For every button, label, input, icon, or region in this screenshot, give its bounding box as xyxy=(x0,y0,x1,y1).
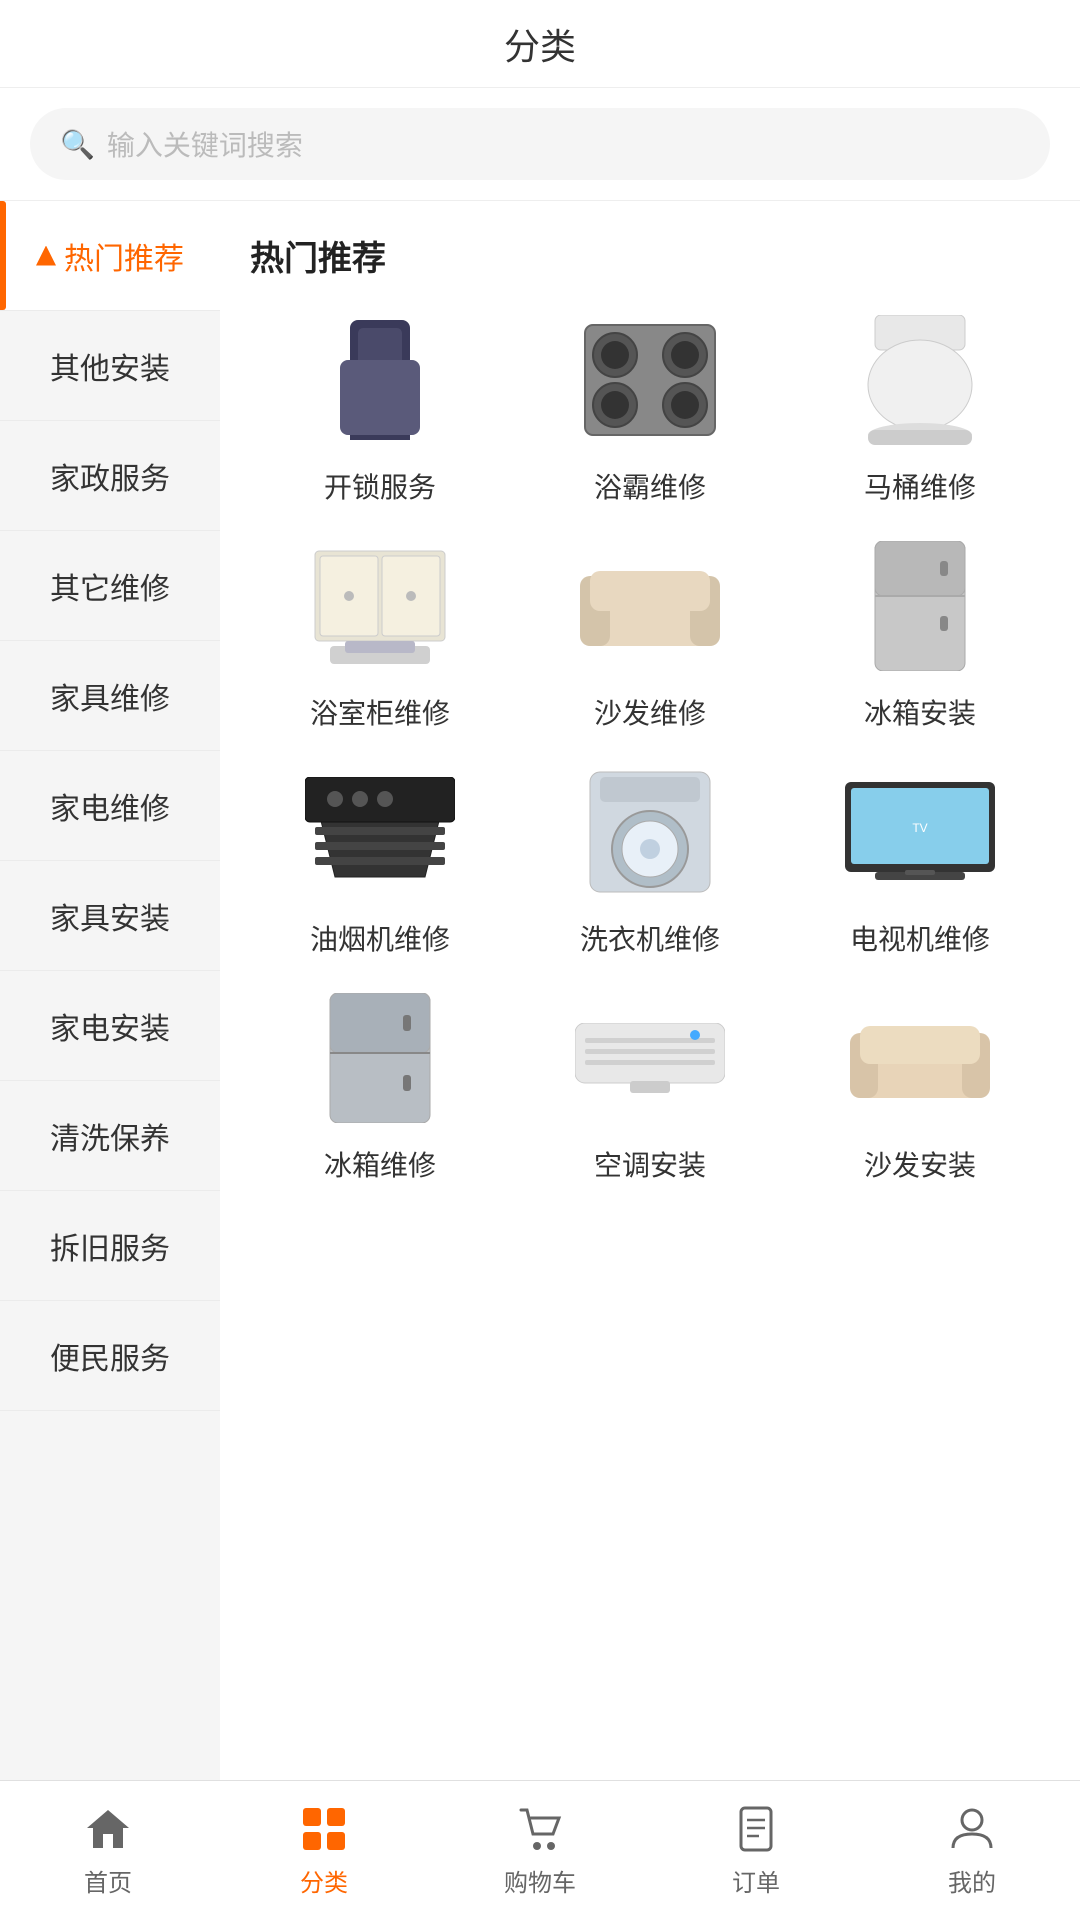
tab-mine[interactable]: 我的 xyxy=(864,1803,1080,1898)
grid-item-lock[interactable]: 开锁服务 xyxy=(250,310,510,506)
product-image-lock xyxy=(300,310,460,450)
product-label-lock: 开锁服务 xyxy=(324,466,436,506)
product-label-washer: 洗衣机维修 xyxy=(580,918,720,958)
tab-order[interactable]: 订单 xyxy=(648,1803,864,1898)
sidebar-item-demolish[interactable]: 拆旧服务 xyxy=(0,1191,220,1301)
product-image-fridge-install xyxy=(840,536,1000,676)
sidebar-item-label: 家电安装 xyxy=(50,1004,170,1048)
header: 分类 xyxy=(0,0,1080,88)
tab-home[interactable]: 首页 xyxy=(0,1803,216,1898)
sidebar-item-convenience[interactable]: 便民服务 xyxy=(0,1301,220,1411)
product-image-tv: TV xyxy=(840,762,1000,902)
grid-item-toilet[interactable]: 马桶维修 xyxy=(790,310,1050,506)
tab-label-mine: 我的 xyxy=(948,1863,996,1898)
sidebar-item-label: 热门推荐 xyxy=(64,234,184,278)
product-image-range-hood xyxy=(300,762,460,902)
search-bar: 🔍 输入关键词搜索 xyxy=(0,88,1080,201)
product-label-fridge-install: 冰箱安装 xyxy=(864,692,976,732)
mine-icon xyxy=(946,1803,998,1855)
tab-label-home: 首页 xyxy=(84,1863,132,1898)
product-label-toilet: 马桶维修 xyxy=(864,466,976,506)
product-image-bathroom-cabinet xyxy=(300,536,460,676)
sidebar-item-other-repair[interactable]: 其它维修 xyxy=(0,531,220,641)
main-content: 热门推荐 开锁服务 浴霸维修 马桶维修 xyxy=(220,201,1080,1817)
product-image-toilet xyxy=(840,310,1000,450)
sidebar-item-label: 拆旧服务 xyxy=(50,1224,170,1268)
product-label-sofa-install: 沙发安装 xyxy=(864,1144,976,1184)
body-area: 热门推荐其他安装家政服务其它维修家具维修家电维修家具安装家电安装清洗保养拆旧服务… xyxy=(0,201,1080,1817)
svg-text:TV: TV xyxy=(912,821,927,835)
sidebar-item-label: 家电维修 xyxy=(50,784,170,828)
sidebar-item-appliance-repair[interactable]: 家电维修 xyxy=(0,751,220,861)
home-icon xyxy=(82,1803,134,1855)
grid-item-ac-install[interactable]: 空调安装 xyxy=(520,988,780,1184)
search-placeholder: 输入关键词搜索 xyxy=(107,124,303,164)
grid-item-fridge-repair[interactable]: 冰箱维修 xyxy=(250,988,510,1184)
sidebar-item-cleaning[interactable]: 清洗保养 xyxy=(0,1081,220,1191)
sidebar-item-label: 家政服务 xyxy=(50,454,170,498)
active-indicator-icon xyxy=(36,246,56,266)
product-label-sofa-repair: 沙发维修 xyxy=(594,692,706,732)
tab-label-category: 分类 xyxy=(300,1863,348,1898)
grid-item-bath-heater[interactable]: 浴霸维修 xyxy=(520,310,780,506)
product-label-bath-heater: 浴霸维修 xyxy=(594,466,706,506)
sidebar-item-housekeeping[interactable]: 家政服务 xyxy=(0,421,220,531)
grid-item-fridge-install[interactable]: 冰箱安装 xyxy=(790,536,1050,732)
sidebar-item-label: 其他安装 xyxy=(50,344,170,388)
product-image-sofa-install xyxy=(840,988,1000,1128)
tab-cart[interactable]: 购物车 xyxy=(432,1803,648,1898)
product-label-ac-install: 空调安装 xyxy=(594,1144,706,1184)
sidebar-item-label: 清洗保养 xyxy=(50,1114,170,1158)
tab-category[interactable]: 分类 xyxy=(216,1803,432,1898)
tab-label-cart: 购物车 xyxy=(504,1863,576,1898)
sidebar-item-label: 家具安装 xyxy=(50,894,170,938)
grid-item-sofa-repair[interactable]: 沙发维修 xyxy=(520,536,780,732)
sidebar-item-other-install[interactable]: 其他安装 xyxy=(0,311,220,421)
order-icon xyxy=(730,1803,782,1855)
sidebar-item-hot[interactable]: 热门推荐 xyxy=(0,201,220,311)
sidebar: 热门推荐其他安装家政服务其它维修家具维修家电维修家具安装家电安装清洗保养拆旧服务… xyxy=(0,201,220,1817)
grid-item-sofa-install[interactable]: 沙发安装 xyxy=(790,988,1050,1184)
sidebar-item-label: 其它维修 xyxy=(50,564,170,608)
tabbar: 首页 分类 购物车 订单 我的 xyxy=(0,1780,1080,1920)
tab-label-order: 订单 xyxy=(732,1863,780,1898)
product-grid: 开锁服务 浴霸维修 马桶维修 浴室柜维修 xyxy=(250,310,1050,1184)
category-icon xyxy=(298,1803,350,1855)
sidebar-item-label: 便民服务 xyxy=(50,1334,170,1378)
grid-item-washer[interactable]: 洗衣机维修 xyxy=(520,762,780,958)
section-title: 热门推荐 xyxy=(250,231,1050,280)
sidebar-item-furniture-repair[interactable]: 家具维修 xyxy=(0,641,220,751)
product-image-bath-heater xyxy=(570,310,730,450)
product-image-fridge-repair xyxy=(300,988,460,1128)
grid-item-bathroom-cabinet[interactable]: 浴室柜维修 xyxy=(250,536,510,732)
product-label-fridge-repair: 冰箱维修 xyxy=(324,1144,436,1184)
grid-item-tv[interactable]: TV 电视机维修 xyxy=(790,762,1050,958)
product-image-sofa-repair xyxy=(570,536,730,676)
cart-icon xyxy=(514,1803,566,1855)
sidebar-item-label: 家具维修 xyxy=(50,674,170,718)
product-label-range-hood: 油烟机维修 xyxy=(310,918,450,958)
product-image-washer xyxy=(570,762,730,902)
search-input-wrap[interactable]: 🔍 输入关键词搜索 xyxy=(30,108,1050,180)
page-title: 分类 xyxy=(504,18,576,70)
product-image-ac-install xyxy=(570,988,730,1128)
sidebar-item-appliance-install[interactable]: 家电安装 xyxy=(0,971,220,1081)
search-icon: 🔍 xyxy=(60,128,95,161)
sidebar-item-furniture-install[interactable]: 家具安装 xyxy=(0,861,220,971)
grid-item-range-hood[interactable]: 油烟机维修 xyxy=(250,762,510,958)
product-label-tv: 电视机维修 xyxy=(850,918,990,958)
product-label-bathroom-cabinet: 浴室柜维修 xyxy=(310,692,450,732)
